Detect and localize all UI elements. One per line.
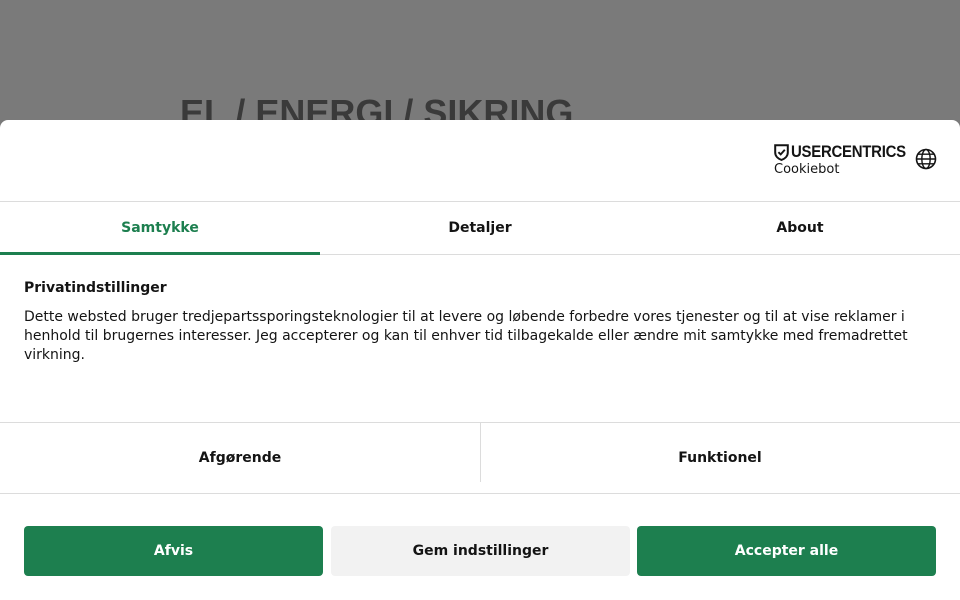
consent-title: Privatindstillinger [24, 280, 167, 296]
tab-detaljer[interactable]: Detaljer [320, 202, 640, 254]
category-funktionel[interactable]: Funktionel [480, 423, 960, 493]
dialog-tabs: Samtykke Detaljer About [0, 202, 960, 255]
brand-subtitle: Cookiebot [774, 162, 840, 177]
consent-body: Privatindstillinger Dette websted bruger… [0, 255, 960, 423]
dialog-header: USERCENTRICS Cookiebot [0, 120, 960, 202]
cookie-consent-dialog: USERCENTRICS Cookiebot Samtykke Detaljer… [0, 120, 960, 600]
dialog-footer: Afvis Gem indstillinger Accepter alle [0, 494, 960, 599]
consent-categories: Afgørende Funktionel [0, 423, 960, 494]
save-settings-button[interactable]: Gem indstillinger [331, 526, 630, 576]
usercentrics-cookiebot-logo: USERCENTRICS Cookiebot [774, 142, 922, 177]
brand-name: USERCENTRICS [791, 142, 906, 161]
category-afgoerende[interactable]: Afgørende [0, 423, 480, 493]
accept-all-button[interactable]: Accepter alle [637, 526, 936, 576]
consent-text: Dette websted bruger tredjepartssporings… [24, 309, 908, 363]
reject-button[interactable]: Afvis [24, 526, 323, 576]
shield-check-icon [774, 143, 789, 161]
tab-samtykke[interactable]: Samtykke [0, 202, 320, 255]
category-divider [480, 423, 481, 482]
globe-icon[interactable] [914, 147, 938, 171]
tab-about[interactable]: About [640, 202, 960, 254]
